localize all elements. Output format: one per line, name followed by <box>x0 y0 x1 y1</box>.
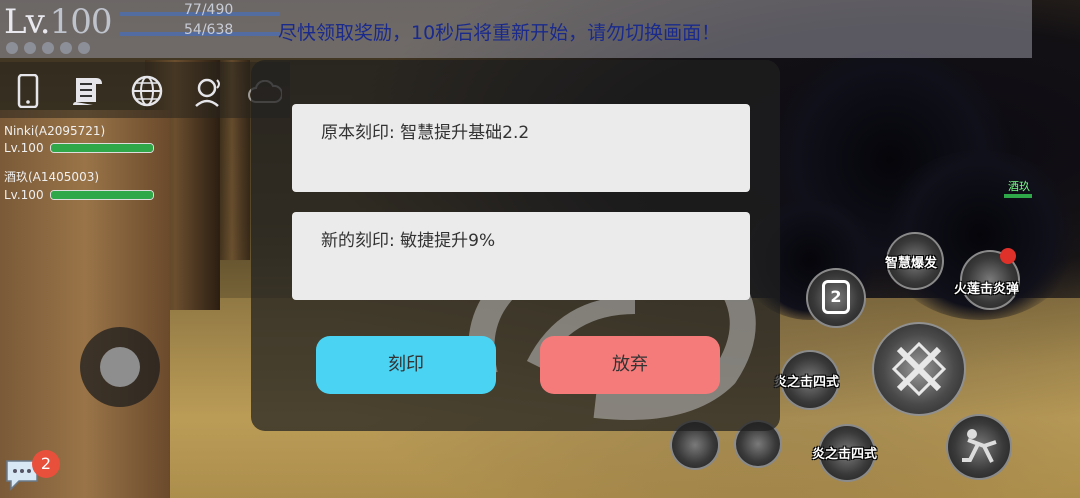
dash-icon <box>962 429 997 463</box>
buff-dot <box>6 42 18 54</box>
party-member-name: 酒玖(A1405003) <box>4 170 100 184</box>
hp-text: 77/490 <box>184 2 234 18</box>
alert-icon <box>1000 248 1016 264</box>
watch-icon: 2 <box>822 280 850 314</box>
new-imprint-box: 新的刻印: 敏捷提升9% <box>292 212 750 300</box>
party-member-hp-bar <box>49 190 154 200</box>
mp-text: 54/638 <box>184 22 234 38</box>
ally-hp-bar <box>1004 194 1032 198</box>
buff-dot <box>42 42 54 54</box>
buff-dot <box>60 42 72 54</box>
party-member-hp-bar <box>49 143 154 153</box>
joystick-knob[interactable] <box>100 347 140 387</box>
skill-flame-strike-2-label: 炎之击四式 <box>812 447 878 462</box>
attack-button[interactable] <box>872 322 966 416</box>
buff-dot <box>24 42 36 54</box>
buff-dots <box>6 42 90 54</box>
new-imprint-text: 新的刻印: 敏捷提升9% <box>321 231 496 251</box>
imprint-button[interactable]: 刻印 <box>316 336 496 394</box>
party-member-name: Ninki(A2095721) <box>4 124 106 138</box>
level-prefix: Lv. <box>4 2 51 42</box>
skill-flame-strike-label: 炎之击四式 <box>774 375 840 390</box>
voice-chat-icon[interactable] <box>190 74 224 112</box>
dash-button[interactable] <box>946 414 1012 480</box>
globe-icon[interactable] <box>130 74 164 112</box>
original-imprint-text: 原本刻印: 智慧提升基础2.2 <box>321 123 530 143</box>
party-member[interactable]: 酒玖(A1405003) Lv.100 <box>4 168 154 202</box>
notice-message: 尽快领取奖励，10秒后将重新开始，请勿切换画面！ <box>278 22 721 44</box>
abandon-button[interactable]: 放弃 <box>540 336 720 394</box>
party-member-level: Lv.100 <box>4 141 44 155</box>
level-value: 100 <box>49 2 113 42</box>
party-member[interactable]: Ninki(A2095721) Lv.100 <box>4 124 154 155</box>
buff-dot <box>78 42 90 54</box>
player-level: Lv.100 <box>4 2 113 42</box>
phone-icon[interactable] <box>14 73 42 112</box>
skill-wisdom-burst-label: 智慧爆发 <box>885 256 938 271</box>
ally-name: 酒玖 <box>1008 180 1030 193</box>
crossed-swords-icon <box>891 341 947 397</box>
slot-number: 2 <box>830 287 842 306</box>
original-imprint-box: 原本刻印: 智慧提升基础2.2 <box>292 104 750 192</box>
unread-badge: 2 <box>32 450 60 478</box>
party-member-level: Lv.100 <box>4 188 44 202</box>
scroll-icon[interactable] <box>72 74 104 112</box>
movement-joystick[interactable] <box>80 327 160 407</box>
skill-fire-lotus-label: 火莲击炎弹 <box>954 282 1020 297</box>
